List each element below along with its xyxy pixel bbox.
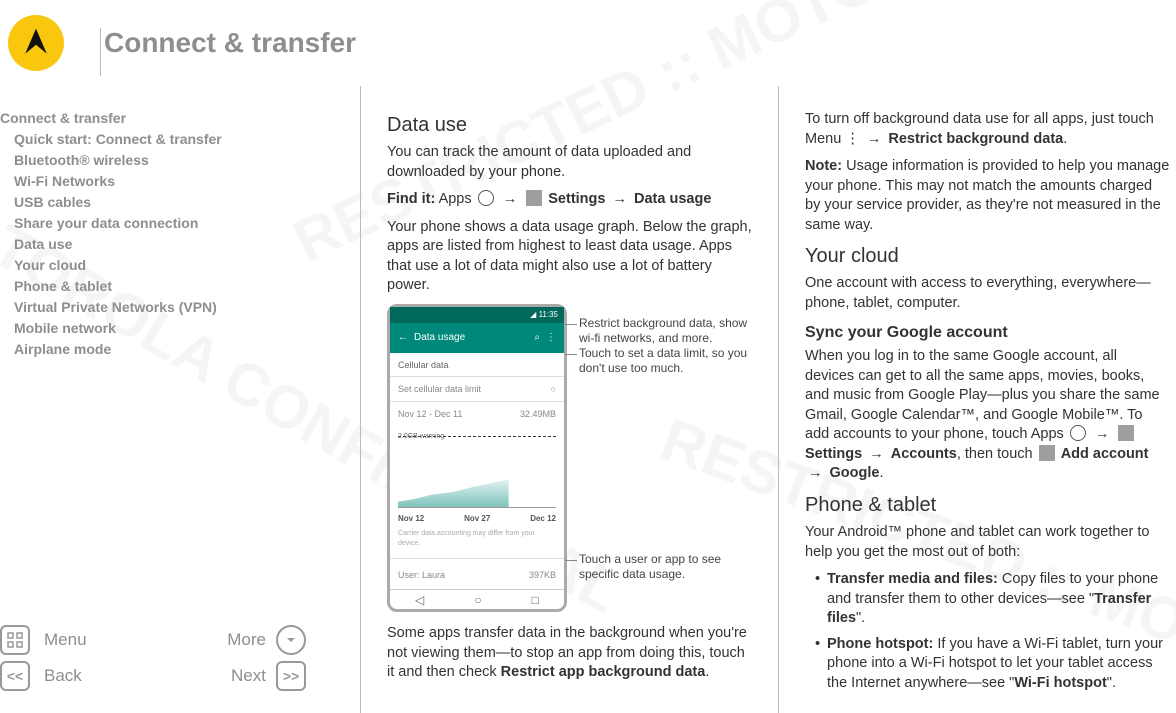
phone-carrier-note: Carrier data accounting may differ from … xyxy=(390,527,564,556)
more-label[interactable]: More xyxy=(155,630,276,650)
para-graph: Your phone shows a data usage graph. Bel… xyxy=(387,218,752,296)
phone-statusbar: ◢ 11:35 xyxy=(390,307,564,323)
para-pt: Your Android™ phone and tablet can work … xyxy=(805,523,1170,562)
para-cloud: One account with access to everything, e… xyxy=(805,274,1170,313)
arrow-icon: → xyxy=(808,465,823,481)
phone-mock: ◢ 11:35 ← Data usage ⌕ ⋮ Cellular data S… xyxy=(387,304,567,612)
phone-user-row: User: Laura397KB xyxy=(390,561,564,589)
heading-data-use: Data use xyxy=(387,112,752,139)
nav-back-icon: ◁ xyxy=(415,592,424,608)
sidebar-item-usb[interactable]: USB cables xyxy=(0,192,330,213)
column-divider-2 xyxy=(778,86,779,713)
callout-restrict: Restrict background data, show wi-fi net… xyxy=(579,316,752,346)
toggle-icon: ○ xyxy=(551,383,556,395)
sidebar-item-phone-tablet[interactable]: Phone & tablet xyxy=(0,276,330,297)
phone-chart-dates: Nov 12 Nov 27 Dec 12 xyxy=(390,512,564,527)
phone-row-limit: Set cellular data limit○ xyxy=(390,379,564,399)
nav-recent-icon: □ xyxy=(532,592,539,608)
heading-your-cloud: Your cloud xyxy=(805,243,1170,270)
bullet-list: Transfer media and files: Copy files to … xyxy=(805,570,1170,693)
sidebar-nav: Connect & transfer Quick start: Connect … xyxy=(0,108,330,360)
back-icon[interactable]: << xyxy=(0,661,30,691)
sidebar-item-share-data[interactable]: Share your data connection xyxy=(0,213,330,234)
para-sync: When you log in to the same Google accou… xyxy=(805,347,1170,484)
arrow-icon: → xyxy=(1095,426,1110,442)
heading-sync: Sync your Google account xyxy=(805,322,1170,344)
phone-tab-cellular: Cellular data xyxy=(390,353,564,374)
phone-navbar: ◁ ○ □ xyxy=(390,589,564,609)
sidebar-item-bluetooth[interactable]: Bluetooth® wireless xyxy=(0,150,330,171)
sidebar: Connect & transfer Quick start: Connect … xyxy=(0,86,340,713)
phone-chart: 2.0GB warning xyxy=(398,428,556,508)
next-label[interactable]: Next xyxy=(155,666,276,686)
overflow-icon: ⋮ xyxy=(546,331,556,345)
heading-phone-tablet: Phone & tablet xyxy=(805,492,1170,519)
menu-label[interactable]: Menu xyxy=(34,630,155,650)
sidebar-item-mobile-network[interactable]: Mobile network xyxy=(0,318,330,339)
find-it-line: Find it: Apps → Settings → Data usage xyxy=(387,190,752,210)
para-background-apps: Some apps transfer data in the backgroun… xyxy=(387,624,752,683)
phone-diagram: ◢ 11:35 ← Data usage ⌕ ⋮ Cellular data S… xyxy=(387,304,752,612)
sidebar-item-your-cloud[interactable]: Your cloud xyxy=(0,255,330,276)
callout-datalimit: Touch to set a data limit, so you don't … xyxy=(579,346,752,376)
next-icon[interactable]: >> xyxy=(276,661,306,691)
search-icon: ⌕ xyxy=(534,331,540,345)
sidebar-item-quick-start[interactable]: Quick start: Connect & transfer xyxy=(0,129,330,150)
back-arrow-icon: ← xyxy=(398,331,408,345)
phone-appbar: ← Data usage ⌕ ⋮ xyxy=(390,323,564,353)
callout-userapp: Touch a user or app to see specific data… xyxy=(579,552,752,582)
plus-icon xyxy=(1039,445,1055,461)
column-divider-1 xyxy=(360,86,361,713)
menu-icon[interactable] xyxy=(0,625,30,655)
para-note: Note: Usage information is provided to h… xyxy=(805,157,1170,235)
phone-row-range: Nov 12 - Dec 1132.49MB xyxy=(390,404,564,424)
page-title: Connect & transfer xyxy=(104,27,356,59)
back-label[interactable]: Back xyxy=(34,666,155,686)
sidebar-item-airplane[interactable]: Airplane mode xyxy=(0,339,330,360)
bullet-phone-hotspot: Phone hotspot: If you have a Wi-Fi table… xyxy=(815,635,1170,694)
sidebar-item-wifi[interactable]: Wi-Fi Networks xyxy=(0,171,330,192)
para-intro: You can track the amount of data uploade… xyxy=(387,143,752,182)
motorola-logo xyxy=(8,15,64,71)
column-left: Data use You can track the amount of dat… xyxy=(381,86,758,713)
arrow-icon: → xyxy=(503,191,518,207)
arrow-icon: → xyxy=(612,191,627,207)
apps-icon xyxy=(478,190,494,206)
sidebar-item-data-use[interactable]: Data use xyxy=(0,234,330,255)
nav-home-icon: ○ xyxy=(474,592,481,608)
header: Connect & transfer xyxy=(0,0,1176,72)
apps-icon xyxy=(1070,425,1086,441)
more-icon[interactable] xyxy=(276,625,306,655)
arrow-icon: → xyxy=(869,446,884,462)
overflow-icon: ⋮ xyxy=(845,131,860,147)
gear-icon xyxy=(1118,425,1134,441)
signal-icon: ◢ xyxy=(530,310,536,321)
sidebar-item-connect-transfer[interactable]: Connect & transfer xyxy=(0,108,330,129)
bullet-transfer-files: Transfer media and files: Copy files to … xyxy=(815,570,1170,629)
diagram-callouts: Restrict background data, show wi-fi net… xyxy=(579,304,752,612)
gear-icon xyxy=(526,190,542,206)
sidebar-item-vpn[interactable]: Virtual Private Networks (VPN) xyxy=(0,297,330,318)
column-right: To turn off background data use for all … xyxy=(799,86,1176,713)
nav-controls: Menu More << Back Next >> xyxy=(0,625,310,691)
para-turnoff-bg: To turn off background data use for all … xyxy=(805,110,1170,149)
title-divider xyxy=(100,28,101,76)
